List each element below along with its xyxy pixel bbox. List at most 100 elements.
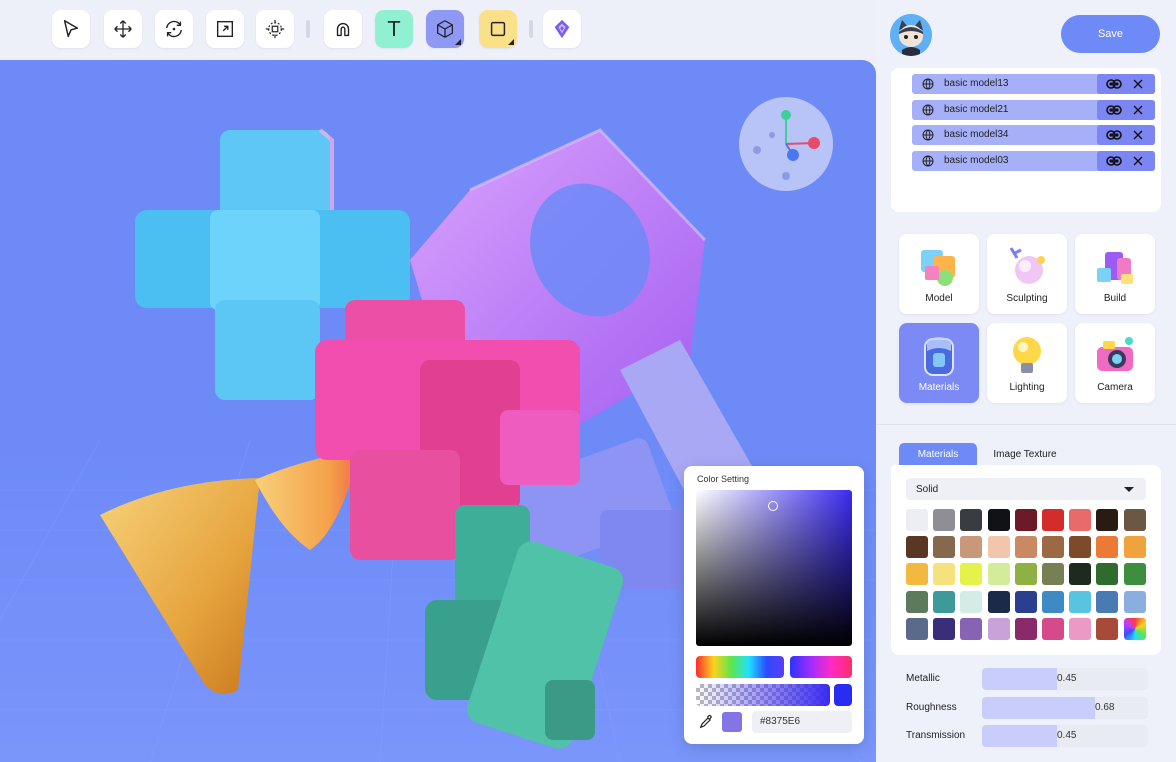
remove-layer-icon[interactable]: [1132, 104, 1144, 116]
tab-materials[interactable]: Materials: [899, 443, 977, 465]
color-swatch[interactable]: [1014, 509, 1037, 531]
color-swatch[interactable]: [1096, 590, 1119, 613]
layer-row[interactable]: basic model03: [912, 150, 1155, 171]
color-swatch[interactable]: [1014, 590, 1037, 613]
text-tool-button[interactable]: T: [375, 10, 413, 48]
color-swatch[interactable]: [906, 536, 928, 559]
layer-row[interactable]: basic model34: [912, 125, 1155, 145]
property-slider[interactable]: 0.45: [982, 668, 1148, 690]
mode-panel: Model Sculpting Build Materials Lighting Came…: [876, 222, 1176, 422]
scale-tool-button[interactable]: [206, 10, 244, 48]
orientation-gizmo[interactable]: [739, 97, 833, 191]
remove-layer-icon[interactable]: [1132, 78, 1144, 90]
color-swatch[interactable]: [1069, 563, 1092, 586]
color-swatch[interactable]: [987, 509, 1010, 531]
slider-fill: [982, 696, 1095, 719]
color-swatch[interactable]: [1123, 536, 1146, 559]
color-swatch[interactable]: [1096, 536, 1119, 559]
color-swatch[interactable]: [1096, 617, 1119, 640]
visibility-toggle-icon[interactable]: [1106, 155, 1122, 166]
globe-icon: [922, 129, 934, 141]
color-swatch[interactable]: [1014, 617, 1037, 640]
color-swatch[interactable]: [933, 590, 956, 613]
tab-image-texture[interactable]: Image Texture: [977, 443, 1073, 465]
color-swatch[interactable]: [960, 563, 983, 586]
mode-build[interactable]: Build: [1075, 234, 1155, 314]
color-swatch[interactable]: [1014, 563, 1037, 586]
color-swatch[interactable]: [933, 563, 956, 586]
remove-layer-icon[interactable]: [1132, 129, 1144, 141]
visibility-toggle-icon[interactable]: [1106, 130, 1122, 140]
color-preview-strip[interactable]: [790, 656, 852, 678]
rotate-icon: [165, 20, 183, 38]
visibility-toggle-icon[interactable]: [1106, 104, 1122, 115]
color-swatch[interactable]: [960, 536, 983, 559]
app-logo-button[interactable]: [543, 10, 581, 48]
eyedropper-button[interactable]: [696, 712, 716, 732]
layer-row[interactable]: basic model13: [912, 74, 1155, 94]
color-swatch[interactable]: [987, 563, 1010, 586]
mode-camera[interactable]: Camera: [1075, 323, 1155, 403]
color-swatch[interactable]: [1096, 563, 1119, 586]
color-swatch[interactable]: [987, 590, 1010, 613]
color-swatch[interactable]: [1123, 590, 1146, 613]
color-swatch[interactable]: [1069, 617, 1092, 640]
color-swatch[interactable]: [933, 617, 956, 640]
saturation-value-area[interactable]: [696, 490, 852, 646]
color-swatch[interactable]: [960, 617, 983, 640]
layer-row[interactable]: basic model21: [912, 99, 1155, 120]
color-swatch[interactable]: [1042, 590, 1064, 613]
color-swatch[interactable]: [906, 617, 928, 640]
move-tool-button[interactable]: [104, 10, 142, 48]
mode-materials[interactable]: Materials: [899, 323, 979, 403]
color-swatch[interactable]: [1042, 536, 1064, 559]
color-swatch[interactable]: [933, 536, 956, 559]
hex-input[interactable]: #8375E6: [752, 711, 852, 733]
color-swatch[interactable]: [987, 536, 1010, 559]
color-swatch[interactable]: [1014, 536, 1037, 559]
color-swatch[interactable]: [1123, 563, 1146, 586]
toolbar-separator: [529, 20, 533, 38]
transform-tool-button[interactable]: [256, 10, 294, 48]
cube-tool-button[interactable]: [426, 10, 464, 48]
color-swatch[interactable]: [1069, 536, 1092, 559]
layer-name: basic model34: [944, 129, 1009, 140]
user-avatar[interactable]: [890, 14, 932, 56]
color-swatch[interactable]: [987, 617, 1010, 640]
color-swatch[interactable]: [933, 509, 956, 531]
color-swatch[interactable]: [960, 509, 983, 531]
visibility-toggle-icon[interactable]: [1106, 79, 1122, 89]
mode-model[interactable]: Model: [899, 234, 979, 314]
hue-slider[interactable]: [696, 656, 784, 678]
mode-lighting[interactable]: Lighting: [987, 323, 1067, 403]
rotate-tool-button[interactable]: [155, 10, 193, 48]
save-button[interactable]: Save: [1061, 15, 1160, 53]
color-swatch[interactable]: [1096, 509, 1119, 531]
color-swatch[interactable]: [1042, 509, 1064, 531]
color-swatch[interactable]: [1042, 617, 1064, 640]
color-swatch[interactable]: [1042, 563, 1064, 586]
toolbar-separator: [306, 20, 310, 38]
mode-sculpting[interactable]: Sculpting: [987, 234, 1067, 314]
submenu-indicator-icon: [455, 39, 461, 45]
magnet-tool-button[interactable]: [324, 10, 362, 48]
color-swatch[interactable]: [906, 590, 928, 613]
sculpting-icon: [1009, 247, 1045, 284]
color-swatch[interactable]: [906, 563, 928, 586]
cube-icon: [437, 20, 453, 38]
color-swatch[interactable]: [1069, 509, 1092, 531]
color-swatch[interactable]: [960, 590, 983, 613]
shape-tool-button[interactable]: [479, 10, 517, 48]
property-slider[interactable]: 0.68: [982, 696, 1148, 719]
color-picker-handle[interactable]: [768, 501, 778, 511]
property-slider[interactable]: 0.45: [982, 725, 1148, 747]
color-swatch[interactable]: [1123, 509, 1146, 531]
select-tool-button[interactable]: [52, 10, 90, 48]
remove-layer-icon[interactable]: [1132, 155, 1144, 167]
color-swatch[interactable]: [1069, 590, 1092, 613]
property-roughness: Roughness 0.68: [891, 696, 1161, 719]
opacity-slider[interactable]: [696, 684, 830, 706]
custom-color-swatch[interactable]: [1122, 616, 1147, 641]
color-swatch[interactable]: [906, 509, 928, 531]
material-type-select[interactable]: Solid: [906, 478, 1146, 500]
